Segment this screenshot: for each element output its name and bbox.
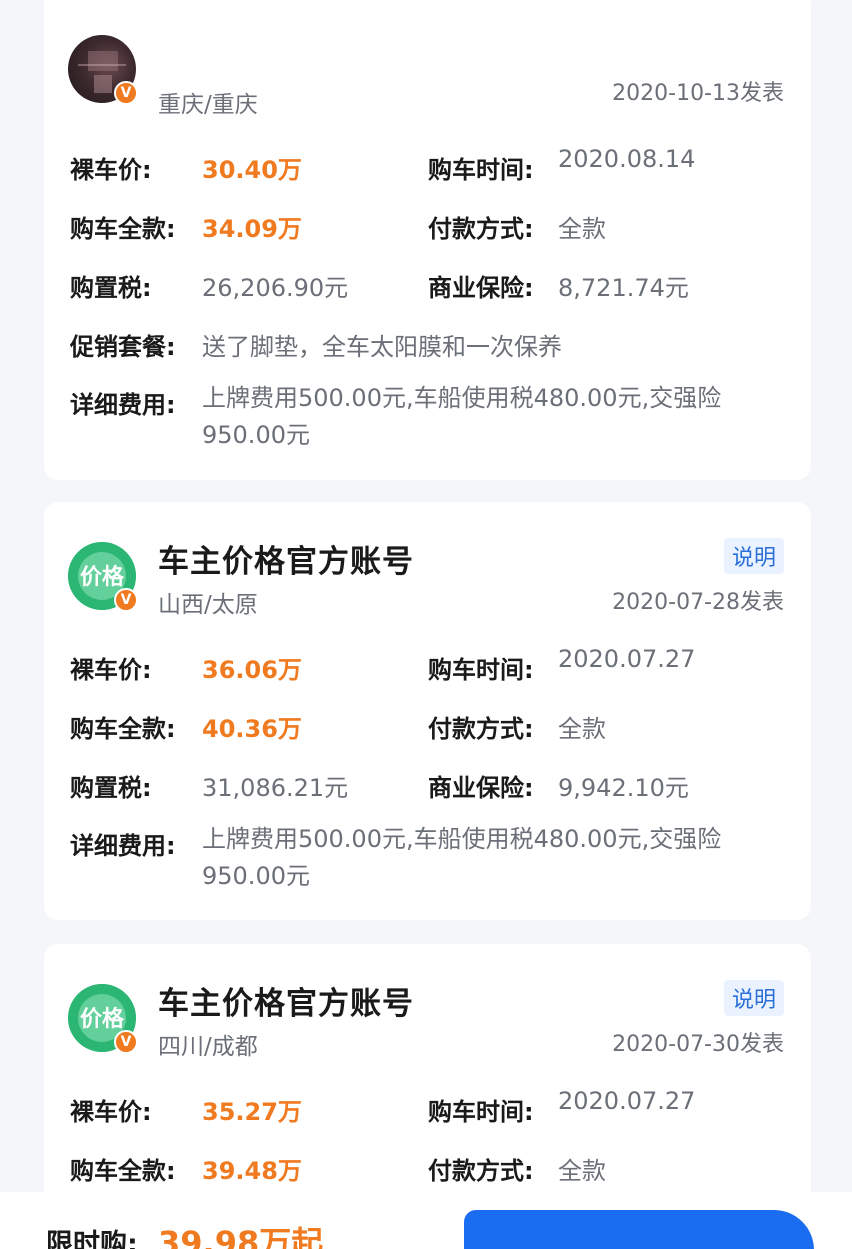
fee-details-label: 详细费用: [70,391,176,419]
promo-label: 限时购: [46,1229,138,1249]
price-card[interactable]: V 重庆/重庆 2020-10-13发表 裸车价: 30.40万 购车时间: 2… [44,0,811,480]
commercial-insurance-label: 商业保险: [428,274,534,302]
posted-date: 2020-07-30发表 [612,1032,784,1057]
promo-price: 39.98万起 [158,1224,324,1249]
bare-price-label: 裸车价: [70,656,152,684]
explain-button[interactable]: 说明 [723,538,784,574]
posted-date: 2020-07-28发表 [612,590,784,615]
commercial-insurance-label: 商业保险: [428,774,534,802]
promotion-label: 促销套餐: [70,333,176,361]
commercial-insurance-value: 8,721.74元 [558,274,689,302]
bottom-action-bar: 限时购: 39.98万起 [0,1192,852,1249]
price-list-page: V 重庆/重庆 2020-10-13发表 裸车价: 30.40万 购车时间: 2… [0,0,852,1249]
purchase-tax-label: 购置税: [70,274,152,302]
purchase-time-value: 2020.07.27 [558,1087,696,1115]
svg-text:价格: 价格 [80,564,125,590]
payment-method-label: 付款方式: [428,1157,534,1185]
bare-price-value: 30.40万 [202,156,302,184]
region-text: 四川/成都 [158,1034,258,1060]
official-account-avatar[interactable]: 价格 V [68,542,138,612]
posted-date: 2020-10-13发表 [612,81,784,106]
author-name[interactable]: 车主价格官方账号 [158,978,414,1023]
total-price-value: 34.09万 [202,215,302,243]
purchase-tax-value: 26,206.90元 [202,274,349,302]
price-card[interactable]: 价格 V 车主价格官方账号 说明 山西/太原 2020-07-28发表 裸车价:… [44,502,811,920]
verified-badge-icon: V [114,1030,138,1054]
svg-text:价格: 价格 [80,1006,125,1032]
bare-price-label: 裸车价: [70,1098,152,1126]
bare-price-label: 裸车价: [70,156,152,184]
total-price-label: 购车全款: [70,715,176,743]
payment-method-value: 全款 [558,715,606,743]
bare-price-value: 36.06万 [202,656,302,684]
region-text: 山西/太原 [158,592,258,618]
user-avatar[interactable]: V [68,35,138,105]
commercial-insurance-value: 9,942.10元 [558,774,689,802]
inquiry-button[interactable] [464,1210,814,1249]
total-price-label: 购车全款: [70,1157,176,1185]
total-price-label: 购车全款: [70,215,176,243]
payment-method-value: 全款 [558,1157,606,1185]
region-text: 重庆/重庆 [158,92,258,118]
total-price-value: 40.36万 [202,715,302,743]
fee-details-label: 详细费用: [70,832,176,860]
fee-details-value: 上牌费用500.00元,车船使用税480.00元,交强险950.00元 [202,825,722,890]
purchase-tax-value: 31,086.21元 [202,774,349,802]
promotion-value: 送了脚垫，全车太阳膜和一次保养 [202,333,562,361]
fee-details-value: 上牌费用500.00元,车船使用税480.00元,交强险950.00元 [202,384,722,449]
purchase-time-label: 购车时间: [428,156,534,184]
author-name[interactable]: 车主价格官方账号 [158,536,414,581]
purchase-time-label: 购车时间: [428,1098,534,1126]
purchase-time-label: 购车时间: [428,656,534,684]
payment-method-label: 付款方式: [428,215,534,243]
explain-button[interactable]: 说明 [723,980,784,1016]
purchase-tax-label: 购置税: [70,774,152,802]
verified-badge-icon: V [114,81,138,105]
payment-method-label: 付款方式: [428,715,534,743]
payment-method-value: 全款 [558,215,606,243]
verified-badge-icon: V [114,588,138,612]
official-account-avatar[interactable]: 价格 V [68,984,138,1054]
purchase-time-value: 2020.07.27 [558,645,696,673]
bare-price-value: 35.27万 [202,1098,302,1126]
purchase-time-value: 2020.08.14 [558,145,696,173]
total-price-value: 39.48万 [202,1157,302,1185]
